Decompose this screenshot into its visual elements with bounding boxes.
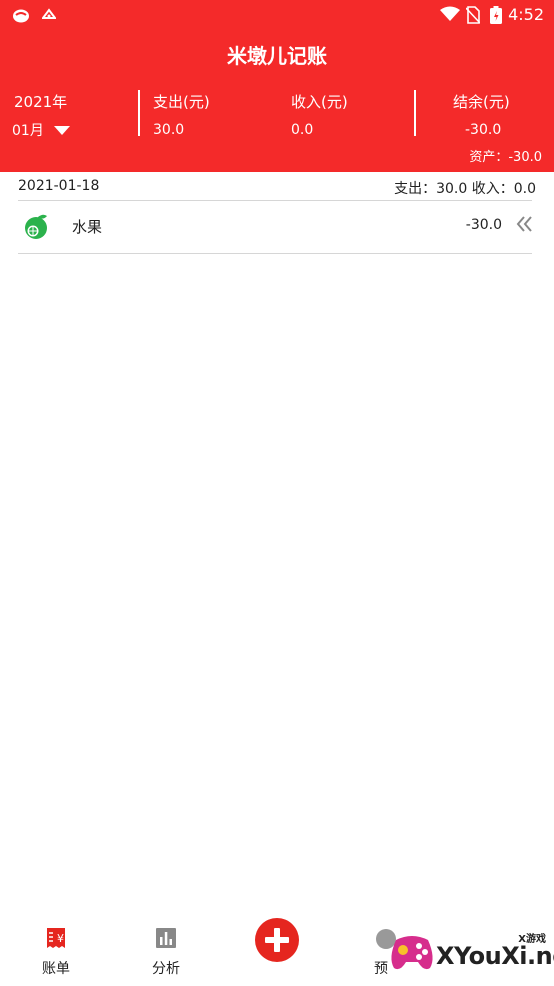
fruit-icon [25, 214, 47, 239]
day-summary: 支出：30.0 收入：0.0 [394, 181, 536, 197]
entry-amount: -30.0 [465, 217, 502, 233]
clock: 4:52 [508, 5, 544, 24]
tab-label: 分析 [152, 961, 180, 977]
expense-label: 支出(元) [153, 93, 210, 111]
watermark-text: XYouXi.net [436, 942, 554, 970]
year-label[interactable]: 2021年 [14, 91, 67, 112]
month-selector[interactable]: 01月 [12, 120, 70, 140]
list-item[interactable]: 水果 -30.0 [18, 202, 536, 252]
header-divider [414, 90, 416, 136]
page-title: 米墩儿记账 [227, 44, 327, 68]
divider [18, 253, 532, 254]
add-record-button[interactable] [255, 918, 299, 962]
income-value: 0.0 [291, 122, 314, 138]
watermark: X游戏 XYouXi.net [380, 918, 554, 986]
svg-text:¥: ¥ [57, 932, 64, 945]
caret-down-icon [53, 125, 70, 135]
income-label: 收入(元) [291, 93, 348, 111]
balance-label: 结余(元) [453, 93, 510, 111]
day-date: 2021-01-18 [18, 178, 100, 194]
tab-bills[interactable]: ¥ 账单 [16, 910, 96, 986]
wifi-icon [440, 6, 460, 21]
header-divider [138, 90, 140, 136]
status-bar: 4:52 [0, 0, 554, 30]
balance-value: -30.0 [465, 122, 502, 138]
app-notification-icon [13, 9, 29, 23]
no-sim-icon [466, 6, 480, 24]
battery-icon [490, 6, 502, 24]
bar-chart-icon [156, 928, 176, 948]
expense-value: 30.0 [153, 122, 185, 138]
assets-value: 资产：-30.0 [469, 150, 542, 165]
divider [18, 200, 532, 201]
month-label: 01月 [12, 123, 44, 139]
day-group-header: 2021-01-18 支出：30.0 收入：0.0 [18, 176, 536, 200]
notification-icon [42, 8, 56, 19]
bill-icon: ¥ [47, 928, 65, 948]
tab-analysis[interactable]: 分析 [126, 910, 206, 986]
gamepad-logo-icon [391, 936, 433, 970]
entry-category: 水果 [72, 218, 103, 236]
header-bar: 4:52 米墩儿记账 2021年 01月 支出(元) 30.0 收入(元) 0.… [0, 0, 554, 172]
tab-label: 账单 [42, 961, 70, 977]
double-chevron-left-icon[interactable] [516, 214, 534, 234]
